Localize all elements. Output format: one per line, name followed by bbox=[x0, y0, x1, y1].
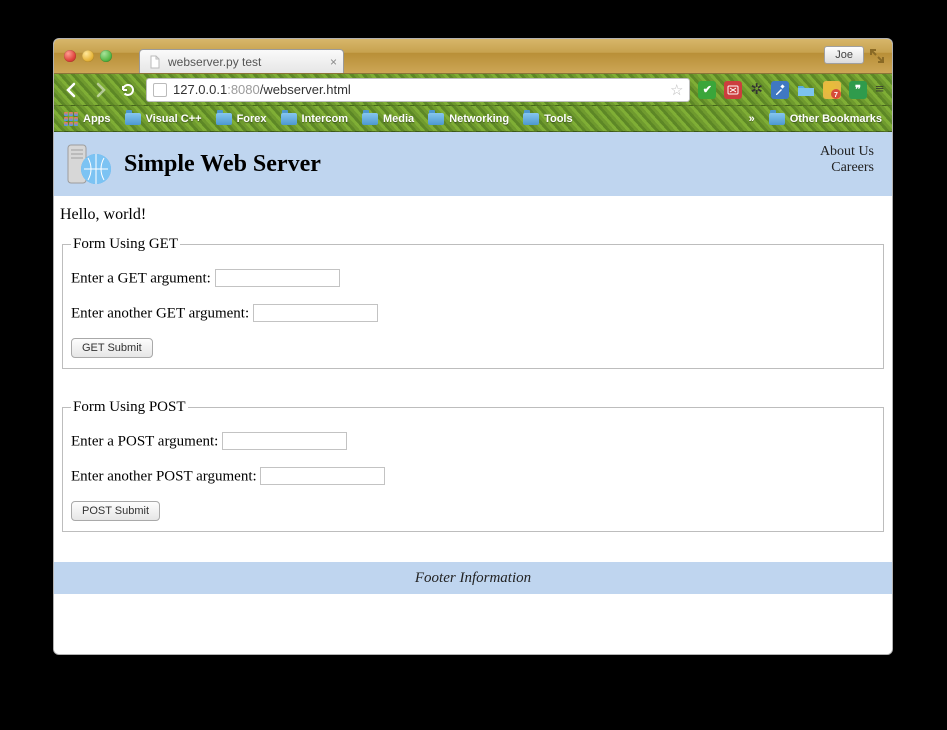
page-viewport: Simple Web Server About Us Careers Hello… bbox=[54, 132, 892, 654]
folder-icon bbox=[523, 113, 539, 125]
post-form: Form Using POST Enter a POST argument: E… bbox=[62, 399, 884, 532]
zoom-icon[interactable] bbox=[100, 50, 112, 62]
profile-button[interactable]: Joe bbox=[824, 46, 864, 64]
extension-notify-icon[interactable]: 7 bbox=[823, 81, 841, 99]
back-button[interactable] bbox=[62, 82, 82, 98]
bookmark-label: Networking bbox=[449, 113, 509, 125]
get-arg1-input[interactable] bbox=[215, 269, 340, 287]
post-arg2-input[interactable] bbox=[260, 467, 385, 485]
url-host: 127.0.0.1 bbox=[173, 82, 227, 97]
post-arg1-input[interactable] bbox=[222, 432, 347, 450]
folder-icon bbox=[769, 113, 785, 125]
close-icon[interactable] bbox=[64, 50, 76, 62]
apps-button[interactable]: Apps bbox=[64, 112, 111, 126]
bookmark-folder[interactable]: Tools bbox=[523, 113, 573, 125]
hello-text: Hello, world! bbox=[60, 206, 886, 224]
bookmark-folder[interactable]: Networking bbox=[428, 113, 509, 125]
bookmark-label: Visual C++ bbox=[146, 113, 202, 125]
bookmark-folder[interactable]: Forex bbox=[216, 113, 267, 125]
bookmark-folder[interactable]: Media bbox=[362, 113, 414, 125]
post-form-legend: Form Using POST bbox=[71, 399, 188, 416]
get-arg2-label: Enter another GET argument: bbox=[71, 305, 249, 321]
get-arg2-input[interactable] bbox=[253, 304, 378, 322]
fullscreen-icon[interactable] bbox=[870, 49, 884, 63]
get-form-legend: Form Using GET bbox=[71, 236, 180, 253]
server-globe-icon bbox=[64, 139, 114, 189]
browser-tab[interactable]: webserver.py test × bbox=[139, 49, 344, 73]
file-icon bbox=[148, 55, 162, 69]
apps-grid-icon bbox=[64, 112, 78, 126]
extension-eyedropper-icon[interactable] bbox=[771, 81, 789, 99]
bookmark-folder[interactable]: Intercom bbox=[281, 113, 348, 125]
extension-settings-icon[interactable]: ✲ bbox=[750, 80, 763, 99]
browser-window: webserver.py test × Joe 127.0.0.1:8080/w… bbox=[53, 38, 893, 655]
url-path: /webserver.html bbox=[260, 82, 351, 97]
folder-icon bbox=[125, 113, 141, 125]
get-form: Form Using GET Enter a GET argument: Ent… bbox=[62, 236, 884, 369]
extension-quote-icon[interactable]: ❞ bbox=[849, 81, 867, 99]
minimize-icon[interactable] bbox=[82, 50, 94, 62]
extension-folder-icon[interactable] bbox=[797, 81, 815, 99]
bookmarks-bar: Apps Visual C++ Forex Intercom Media Net… bbox=[54, 106, 892, 132]
bookmark-star-icon[interactable]: ☆ bbox=[670, 81, 683, 99]
bookmark-folder[interactable]: Visual C++ bbox=[125, 113, 202, 125]
bookmark-label: Media bbox=[383, 113, 414, 125]
folder-icon bbox=[216, 113, 232, 125]
other-bookmarks[interactable]: Other Bookmarks bbox=[769, 113, 882, 125]
browser-toolbar: 127.0.0.1:8080/webserver.html ☆ ✔ ✲ 7 ❞ … bbox=[54, 74, 892, 106]
window-controls bbox=[64, 50, 112, 62]
page-title: Simple Web Server bbox=[124, 151, 321, 178]
apps-label: Apps bbox=[83, 113, 111, 125]
folder-icon bbox=[281, 113, 297, 125]
bookmark-label: Tools bbox=[544, 113, 573, 125]
tab-title: webserver.py test bbox=[168, 55, 261, 69]
folder-icon bbox=[428, 113, 444, 125]
bookmark-label: Intercom bbox=[302, 113, 348, 125]
careers-link[interactable]: Careers bbox=[820, 160, 874, 176]
address-bar[interactable]: 127.0.0.1:8080/webserver.html ☆ bbox=[146, 78, 690, 102]
tab-close-icon[interactable]: × bbox=[330, 55, 337, 69]
page-body: Hello, world! Form Using GET Enter a GET… bbox=[54, 196, 892, 594]
bookmark-label: Forex bbox=[237, 113, 267, 125]
post-arg2-label: Enter another POST argument: bbox=[71, 468, 257, 484]
extension-block-icon[interactable] bbox=[724, 81, 742, 99]
url-port: :8080 bbox=[227, 82, 260, 97]
page-footer: Footer Information bbox=[54, 562, 892, 594]
about-link[interactable]: About Us bbox=[820, 144, 874, 160]
extension-check-icon[interactable]: ✔ bbox=[698, 81, 716, 99]
header-links: About Us Careers bbox=[820, 144, 874, 176]
page-header: Simple Web Server About Us Careers bbox=[54, 132, 892, 196]
get-arg1-label: Enter a GET argument: bbox=[71, 271, 211, 287]
get-submit-button[interactable]: GET Submit bbox=[71, 338, 153, 358]
other-bookmarks-label: Other Bookmarks bbox=[790, 113, 882, 125]
forward-button[interactable] bbox=[90, 82, 110, 98]
titlebar: webserver.py test × Joe bbox=[54, 39, 892, 74]
page-icon bbox=[153, 83, 167, 97]
reload-button[interactable] bbox=[118, 82, 138, 98]
post-arg1-label: Enter a POST argument: bbox=[71, 434, 218, 450]
overflow-chevron-icon[interactable]: » bbox=[749, 113, 755, 125]
post-submit-button[interactable]: POST Submit bbox=[71, 501, 160, 521]
folder-icon bbox=[362, 113, 378, 125]
menu-icon[interactable]: ≡ bbox=[875, 81, 884, 99]
svg-text:7: 7 bbox=[834, 92, 838, 99]
